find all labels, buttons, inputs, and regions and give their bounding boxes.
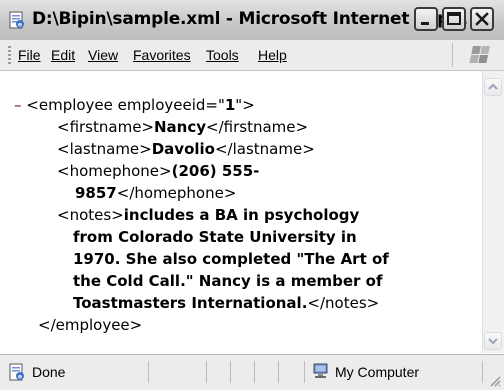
lastname-close-tag: </lastname> — [214, 140, 315, 158]
menu-grip[interactable] — [8, 46, 11, 64]
homephone-value-line1: (206) 555- — [171, 162, 260, 180]
window-title: D:\Bipin\sample.xml - Microsoft Internet… — [32, 9, 468, 29]
menu-bar: File Edit View Favorites Tools Help — [0, 40, 504, 71]
maximize-icon — [447, 12, 461, 25]
menu-help[interactable]: Help — [258, 47, 287, 63]
computer-icon — [312, 362, 330, 384]
notes-close-tag: </notes> — [307, 294, 380, 312]
minimize-icon — [421, 22, 429, 25]
notes-line1: includes a BA in psychology — [123, 206, 360, 224]
resize-grip-icon — [490, 376, 501, 387]
status-separator — [304, 361, 305, 383]
vertical-scrollbar[interactable] — [482, 71, 504, 353]
lastname-open-tag: <lastname> — [57, 140, 152, 158]
firstname-value: Nancy — [154, 118, 207, 136]
homephone-open-tag: <homephone> — [57, 162, 172, 180]
xml-root-open[interactable]: – <employee employeeid="1"> — [14, 94, 255, 116]
zone-text: My Computer — [335, 364, 420, 380]
maximize-button[interactable] — [442, 7, 466, 31]
xml-lastname: <lastname>Davolio</lastname> — [57, 138, 315, 160]
menu-tools[interactable]: Tools — [206, 47, 239, 63]
notes-line4: the Cold Call." Nancy is a member of — [73, 272, 383, 290]
close-button[interactable] — [470, 7, 494, 31]
status-bar: e Done My Computer — [0, 354, 504, 390]
page-done-icon: e — [8, 363, 26, 385]
status-separator — [254, 361, 255, 383]
windows-logo — [452, 43, 501, 67]
svg-text:e: e — [18, 22, 22, 29]
status-separator — [278, 361, 279, 383]
homephone-close-tag: </homephone> — [116, 184, 237, 202]
minimize-button[interactable] — [414, 7, 438, 31]
firstname-close-tag: </firstname> — [206, 118, 309, 136]
xml-homephone: <homephone>(206) 555- — [57, 160, 259, 182]
status-text: Done — [32, 364, 66, 380]
browser-window: e D:\Bipin\sample.xml - Microsoft Intern… — [0, 0, 504, 390]
arrow-up-icon — [488, 83, 498, 90]
homephone-value-line2: 9857 — [75, 184, 117, 202]
status-separator — [206, 361, 207, 383]
menu-edit-label: Edit — [51, 47, 76, 63]
menu-tools-label: Tools — [206, 47, 239, 63]
status-separator — [230, 361, 231, 383]
status-separator — [148, 361, 149, 383]
scroll-up-button[interactable] — [484, 78, 502, 96]
collapse-toggle[interactable]: – — [14, 96, 22, 114]
scroll-down-button[interactable] — [484, 332, 502, 350]
menu-favorites-label: Favorites — [133, 47, 191, 63]
notes-line3: 1970. She also completed "The Art of — [73, 250, 389, 268]
menu-edit[interactable]: Edit — [51, 47, 75, 63]
title-bar[interactable]: e D:\Bipin\sample.xml - Microsoft Intern… — [0, 0, 504, 41]
root-open-suffix: "> — [235, 96, 255, 114]
notes-open-tag: <notes> — [57, 206, 124, 224]
xml-content-pane[interactable]: – <employee employeeid="1"> <firstname>N… — [0, 71, 482, 353]
menu-file-label: File — [18, 47, 41, 63]
windows-logo-icon — [469, 46, 490, 63]
svg-text:e: e — [18, 374, 22, 381]
root-open-prefix: <employee employeeid=" — [26, 96, 225, 114]
menu-help-label: Help — [258, 47, 287, 63]
menu-view[interactable]: View — [88, 47, 118, 63]
status-separator — [482, 361, 483, 383]
firstname-open-tag: <firstname> — [57, 118, 154, 136]
ie-page-icon[interactable]: e — [8, 11, 26, 29]
xml-root-close: </employee> — [38, 316, 143, 334]
xml-notes-end: Toastmasters International.</notes> — [73, 292, 379, 314]
xml-notes: <notes>includes a BA in psychology — [57, 204, 359, 226]
arrow-down-icon — [488, 338, 498, 345]
resize-grip[interactable] — [488, 373, 502, 392]
close-icon — [475, 12, 489, 26]
root-attr-value: 1 — [224, 96, 236, 114]
notes-line5: Toastmasters International. — [73, 294, 308, 312]
lastname-value: Davolio — [151, 140, 215, 158]
xml-homephone-cont: 9857</homephone> — [75, 182, 236, 204]
menu-view-label: View — [88, 47, 119, 63]
xml-firstname: <firstname>Nancy</firstname> — [57, 116, 308, 138]
menu-favorites[interactable]: Favorites — [133, 47, 191, 63]
menu-file[interactable]: File — [18, 47, 41, 63]
notes-line2: from Colorado State University in — [73, 228, 357, 246]
